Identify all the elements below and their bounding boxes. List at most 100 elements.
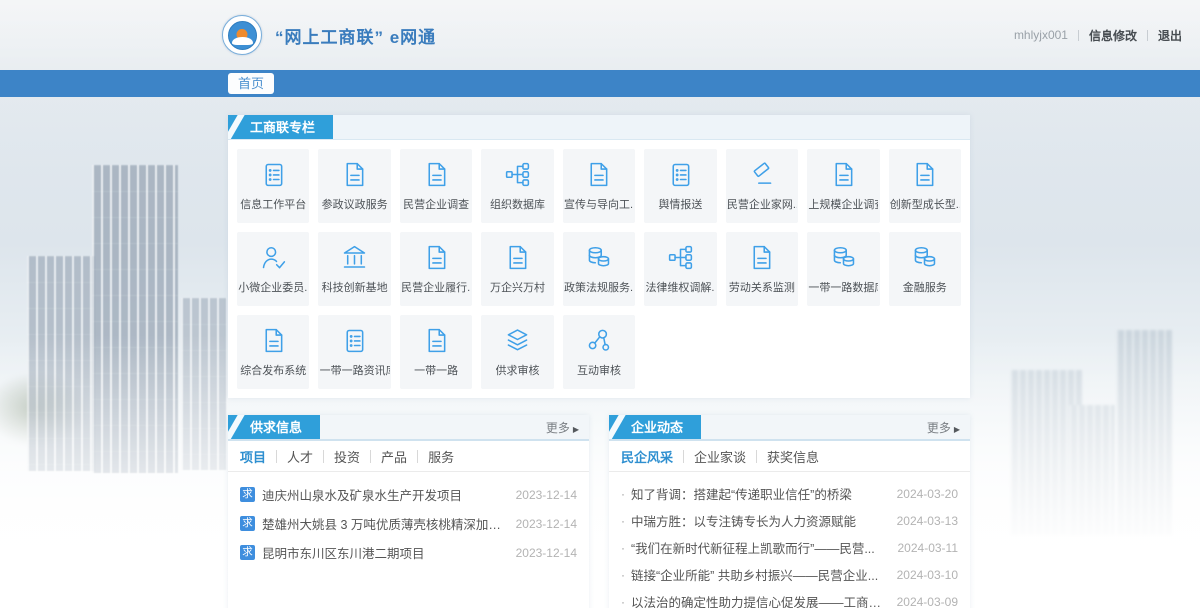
shortcut-item-16[interactable]: 劳动关系监测 (726, 232, 798, 306)
tab-news_panel-3[interactable]: 获奖信息 (767, 447, 819, 466)
tab-separator (276, 450, 277, 463)
supply-item-title[interactable]: 迪庆州山泉水及矿泉水生产开发项目 (262, 485, 506, 504)
site-logo-icon (222, 15, 262, 55)
tab-supply_panel-1[interactable]: 项目 (240, 447, 266, 466)
tab-supply_panel-5[interactable]: 服务 (428, 447, 454, 466)
tab-separator (323, 450, 324, 463)
shortcut-label: 宣传与导向工... (564, 196, 634, 212)
news-item-date: 2024-03-13 (897, 514, 958, 528)
news-item-title[interactable]: 中瑞方胜：以专注铸专长为人力资源赋能 (631, 511, 887, 530)
shortcut-label: 互动审核 (577, 362, 621, 378)
tab-supply_panel-3[interactable]: 投资 (334, 447, 360, 466)
shortcut-label: 法律维权调解... (645, 279, 715, 295)
shortcut-item-19[interactable]: 综合发布系统 (237, 315, 309, 389)
tab-separator (370, 450, 371, 463)
shortcut-label: 金融服务 (903, 279, 947, 295)
bank-icon (340, 243, 369, 272)
doc-icon (259, 326, 288, 355)
federation-panel-header: 工商联专栏 (228, 115, 970, 140)
shortcut-item-8[interactable]: 上规模企业调查 (807, 149, 879, 223)
bullet-icon: · (621, 568, 625, 582)
database-icon (910, 243, 939, 272)
shortcut-label: 劳动关系监测 (729, 279, 795, 295)
database-icon (584, 243, 613, 272)
news-item-title[interactable]: 以法治的确定性助力提信心促发展——工商联... (631, 592, 887, 608)
shortcut-label: 政策法规服务... (564, 279, 634, 295)
doc-icon (503, 243, 532, 272)
bullet-icon: · (621, 541, 625, 555)
shortcut-item-20[interactable]: 一带一路资讯库 (318, 315, 390, 389)
shortcut-item-11[interactable]: 科技创新基地 (318, 232, 390, 306)
supply-list-item: 求昆明市东川区东川港二期项目2023-12-14 (240, 538, 577, 567)
bottom-row: 供求信息 更多▶ 项目人才投资产品服务 求迪庆州山泉水及矿泉水生产开发项目202… (228, 415, 970, 608)
supply-item-title[interactable]: 昆明市东川区东川港二期项目 (262, 543, 506, 562)
shortcut-label: 一带一路数据库 (808, 279, 878, 295)
shortcut-label: 创新型成长型... (890, 196, 960, 212)
shortcut-label: 舆情报送 (658, 196, 702, 212)
shortcut-label: 上规模企业调查 (808, 196, 878, 212)
shortcut-item-12[interactable]: 民营企业履行... (400, 232, 472, 306)
shortcut-label: 供求审核 (496, 362, 540, 378)
person-check-icon (259, 243, 288, 272)
tab-news_panel-2[interactable]: 企业家谈 (694, 447, 746, 466)
news-item-title[interactable]: 知了背调：搭建起“传递职业信任”的桥梁 (631, 484, 887, 503)
supply-demand-header: 供求信息 更多▶ (228, 415, 589, 441)
tab-supply_panel-2[interactable]: 人才 (287, 447, 313, 466)
shortcut-item-14[interactable]: 政策法规服务... (563, 232, 635, 306)
shortcut-item-3[interactable]: 民营企业调查 (400, 149, 472, 223)
tab-supply_panel-4[interactable]: 产品 (381, 447, 407, 466)
shortcut-item-22[interactable]: 供求审核 (481, 315, 553, 389)
modify-info-link[interactable]: 信息修改 (1089, 27, 1137, 44)
shortcut-item-5[interactable]: 宣传与导向工... (563, 149, 635, 223)
tab-separator (756, 450, 757, 463)
bullet-icon: · (621, 487, 625, 501)
shortcut-label: 信息工作平台 (240, 196, 306, 212)
shortcut-item-2[interactable]: 参政议政服务 (318, 149, 390, 223)
supply-list-item: 求迪庆州山泉水及矿泉水生产开发项目2023-12-14 (240, 480, 577, 509)
enterprise-news-panel: 企业动态 更多▶ 民企风采 企业家谈 获奖信息 · 知了背调：搭建起“传递职业信任”的… (609, 415, 970, 608)
federation-panel: 工商联专栏 信息工作平台参政议政服务民营企业调查组织数据库宣传与导向工... 舆情… (228, 115, 970, 398)
shortcut-item-18[interactable]: 金融服务 (889, 232, 961, 306)
portal-page: “网上工商联” e网通 mhlyjx001 信息修改 退出 首页 工商联专栏 信… (0, 0, 1200, 608)
user-bar: mhlyjx001 信息修改 退出 (1014, 27, 1182, 44)
supply-item-title[interactable]: 楚雄州大姚县 3 万吨优质薄壳核桃精深加工及科... (262, 514, 506, 533)
shortcut-item-15[interactable]: 法律维权调解... (644, 232, 716, 306)
list-doc-icon (259, 160, 288, 189)
news-tabs: 民企风采 企业家谈 获奖信息 (609, 441, 970, 472)
news-more-link[interactable]: 更多▶ (927, 415, 960, 443)
news-list-item: ·以法治的确定性助力提信心促发展——工商联...2024-03-09 (621, 588, 958, 608)
shortcut-item-1[interactable]: 信息工作平台 (237, 149, 309, 223)
shortcut-label: 小微企业委员... (238, 279, 308, 295)
supply-demand-title: 供求信息 (228, 415, 320, 439)
shortcut-label: 参政议政服务 (322, 196, 388, 212)
shortcut-item-9[interactable]: 创新型成长型... (889, 149, 961, 223)
shortcut-item-4[interactable]: 组织数据库 (481, 149, 553, 223)
enterprise-news-title: 企业动态 (609, 415, 701, 439)
separator (1078, 30, 1079, 41)
shortcut-item-7[interactable]: 民营企业家网... (726, 149, 798, 223)
share-network-icon (584, 326, 613, 355)
news-item-title[interactable]: “我们在新时代新征程上凯歌而行”——民营... (631, 538, 888, 557)
logout-link[interactable]: 退出 (1158, 27, 1182, 44)
gavel-icon (747, 160, 776, 189)
shortcut-item-21[interactable]: 一带一路 (400, 315, 472, 389)
shortcut-item-6[interactable]: 舆情报送 (644, 149, 716, 223)
tab-news_panel-1[interactable]: 民企风采 (621, 447, 673, 466)
news-item-title[interactable]: 链接“企业所能” 共助乡村振兴——民营企业... (631, 565, 887, 584)
shortcut-item-13[interactable]: 万企兴万村 (481, 232, 553, 306)
supply-demand-panel: 供求信息 更多▶ 项目 人才 投资 产品 服务 求迪庆州山泉水及矿泉水生产开发项目202… (228, 415, 589, 608)
shortcut-item-17[interactable]: 一带一路数据库 (807, 232, 879, 306)
supply-more-link[interactable]: 更多▶ (546, 415, 579, 443)
shortcut-label: 科技创新基地 (322, 279, 388, 295)
shortcut-grid: 信息工作平台参政议政服务民营企业调查组织数据库宣传与导向工...舆情报送民营企业… (228, 140, 970, 398)
list-doc-icon (340, 326, 369, 355)
shortcut-item-23[interactable]: 互动审核 (563, 315, 635, 389)
supply-list-item: 求楚雄州大姚县 3 万吨优质薄壳核桃精深加工及科...2023-12-14 (240, 509, 577, 538)
nav-home-button[interactable]: 首页 (228, 73, 274, 94)
list-doc-icon (666, 160, 695, 189)
shortcut-item-10[interactable]: 小微企业委员... (237, 232, 309, 306)
supply-tabs: 项目 人才 投资 产品 服务 (228, 441, 589, 472)
doc-icon (910, 160, 939, 189)
demand-badge: 求 (240, 487, 255, 502)
news-item-date: 2024-03-09 (897, 595, 958, 608)
